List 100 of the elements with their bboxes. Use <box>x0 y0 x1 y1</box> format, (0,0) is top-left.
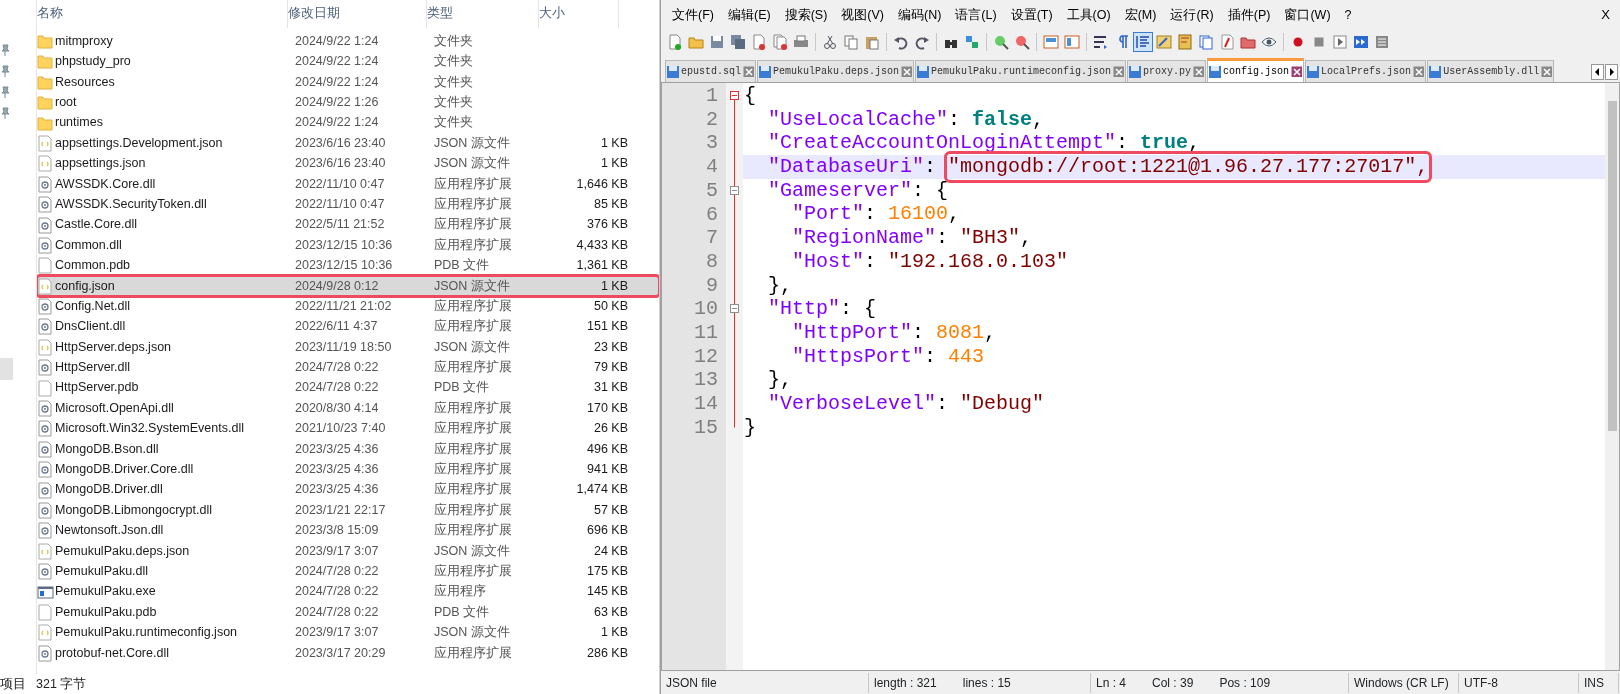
file-tab[interactable]: PemukulPaku.deps.json <box>757 60 915 82</box>
code-token: }, <box>768 368 793 392</box>
line-number: 12 <box>693 344 718 369</box>
file-row[interactable]: Resources 2024/9/22 1:24 文件夹 <box>37 71 659 93</box>
code-token: , <box>1020 226 1033 250</box>
file-type: JSON 源文件 <box>434 338 511 356</box>
file-size: 50 KB <box>592 297 628 315</box>
file-row[interactable]: Common.pdb 2023/12/15 10:36 PDB 文件 1,361 KB <box>37 255 659 276</box>
file-row[interactable]: Newtonsoft.Json.dll 2023/3/8 15:09 应用程序扩展 696 KB <box>37 520 659 541</box>
menu-item[interactable]: 窗口(W) <box>1277 3 1338 27</box>
modified-date: 2022/11/21 21:02 <box>295 297 393 315</box>
column-header[interactable]: 名称 <box>37 0 288 28</box>
file-tab[interactable]: PemukulPaku.runtimeconfig.json <box>915 60 1127 82</box>
file-size: 1 KB <box>599 624 628 642</box>
file-row[interactable]: HttpServer.pdb 2024/7/28 0:22 PDB 文件 31 KB <box>37 377 659 399</box>
file-row[interactable]: appsettings.json 2023/6/16 23:40 JSON 源文件 1 KB <box>37 153 659 174</box>
file-row[interactable]: HttpServer.dll 2024/7/28 0:22 应用程序扩展 79 KB <box>37 357 659 378</box>
file-row[interactable]: appsettings.Development.json 2023/6/16 23:40 JSON 源文件 1 KB <box>37 132 659 154</box>
file-tab[interactable]: config.json <box>1207 58 1305 82</box>
line-number: 1 <box>705 84 718 108</box>
file-tab[interactable]: LocalPrefs.json <box>1305 60 1427 82</box>
file-row[interactable]: AWSSDK.SecurityToken.dll 2022/11/10 0:47 应用程序扩展 85 KB <box>37 194 659 215</box>
menu-item[interactable]: 语言(L) <box>948 3 1004 27</box>
column-header[interactable]: 修改日期 <box>288 0 427 28</box>
file-type: JSON 源文件 <box>434 277 511 295</box>
line-number: 8 <box>705 249 718 274</box>
file-type: 应用程序扩展 <box>434 644 513 662</box>
file-type: 应用程序扩展 <box>434 195 513 213</box>
file-size: 85 KB <box>592 195 628 213</box>
file-size: 376 KB <box>586 216 628 234</box>
file-row[interactable]: DnsClient.dll 2022/6/11 4:37 应用程序扩展 151 KB <box>37 316 659 337</box>
file-name: PemukulPaku.dll <box>55 562 150 580</box>
file-row[interactable]: phpstudy_pro 2024/9/22 1:24 文件夹 <box>37 51 659 72</box>
file-type: 应用程序 <box>434 583 487 601</box>
file-tab[interactable]: epustd.sql <box>665 60 756 82</box>
menu-item[interactable]: 宏(M) <box>1117 3 1164 27</box>
column-header[interactable]: 类型 <box>427 0 539 28</box>
line-number: 14 <box>693 392 718 416</box>
file-name: AWSSDK.Core.dll <box>55 175 157 193</box>
file-size: 151 KB <box>586 318 628 336</box>
file-row[interactable]: config.json 2024/9/28 0:12 JSON 源文件 1 KB <box>37 275 659 297</box>
file-row[interactable]: MongoDB.Libmongocrypt.dll 2023/1/21 22:17 应用程序扩展 57 KB <box>37 500 659 521</box>
file-row[interactable]: PemukulPaku.deps.json 2023/9/17 3:07 JSON 源文件 24 KB <box>37 540 659 562</box>
file-tab[interactable]: proxy.py <box>1127 60 1207 82</box>
code-token: , <box>948 202 961 227</box>
line-number: 3 <box>705 131 718 156</box>
file-size: 1 KB <box>599 155 628 173</box>
file-row[interactable]: Microsoft.Win32.SystemEvents.dll 2021/10/23 7:40 应用程序扩展 26 KB <box>37 418 659 439</box>
file-row[interactable]: mitmproxy 2024/9/22 1:24 文件夹 <box>37 31 659 52</box>
code-token: , <box>1032 107 1045 132</box>
file-row[interactable]: Castle.Core.dll 2022/5/11 21:52 应用程序扩展 376 KB <box>37 214 659 235</box>
menu-item[interactable]: ? <box>1337 3 1359 27</box>
file-row[interactable]: AWSSDK.Core.dll 2022/11/10 0:47 应用程序扩展 1,646 KB <box>37 173 659 195</box>
code-token: , <box>984 320 997 345</box>
file-type: 文件夹 <box>434 32 474 50</box>
code-token: "RegionName" <box>792 226 937 250</box>
file-row[interactable]: MongoDB.Driver.dll 2023/3/25 4:36 应用程序扩展 1,474 KB <box>37 479 659 500</box>
file-row[interactable]: MongoDB.Driver.Core.dll 2023/3/25 4:36 应用程序扩展 941 KB <box>37 459 659 480</box>
file-row[interactable]: PemukulPaku.pdb 2024/7/28 0:22 PDB 文件 63 KB <box>37 601 659 623</box>
menu-item[interactable]: 工具(O) <box>1059 3 1118 27</box>
file-name: config.json <box>55 277 116 295</box>
modified-date: 2024/9/22 1:26 <box>295 94 380 111</box>
file-size: 1,361 KB <box>575 257 628 275</box>
modified-date: 2024/9/22 1:24 <box>295 73 380 91</box>
menu-item[interactable]: 插件(P) <box>1220 3 1278 27</box>
file-row[interactable]: runtimes 2024/9/22 1:24 文件夹 <box>37 112 659 133</box>
menu-item[interactable]: 运行(R) <box>1163 3 1221 27</box>
menu-item[interactable]: 视图(V) <box>834 3 891 27</box>
close-button[interactable]: X <box>1595 4 1616 26</box>
status-text: Col : 39 <box>1152 674 1194 692</box>
file-tab[interactable]: UserAssembly.dll <box>1427 60 1555 82</box>
file-size: 1 KB <box>599 134 628 152</box>
code-token: false <box>972 107 1033 132</box>
modified-date: 2023/3/25 4:36 <box>295 461 380 478</box>
line-number: 2 <box>705 107 718 132</box>
modified-date: 2023/1/21 22:17 <box>295 501 387 519</box>
file-type: JSON 源文件 <box>434 134 511 152</box>
status-text: Ln : 4 <box>1096 674 1127 692</box>
file-row[interactable]: PemukulPaku.runtimeconfig.json 2023/9/17 3:07 JSON 源文件 1 KB <box>37 622 659 643</box>
file-name: HttpServer.deps.json <box>55 338 173 356</box>
file-row[interactable]: Microsoft.OpenApi.dll 2020/8/30 4:14 应用程序扩展 170 KB <box>37 398 659 419</box>
file-row[interactable]: HttpServer.deps.json 2023/11/19 18:50 JSON 源文件 23 KB <box>37 336 659 358</box>
file-name: PemukulPaku.deps.json <box>55 542 191 560</box>
file-row[interactable]: protobuf-net.Core.dll 2023/3/17 20:29 应用程序扩展 286 KB <box>37 642 659 664</box>
column-header[interactable]: 大小 <box>539 0 619 28</box>
file-row[interactable]: PemukulPaku.exe 2024/7/28 0:22 应用程序 145 KB <box>37 581 659 602</box>
menu-item[interactable]: 编辑(E) <box>720 3 778 27</box>
menu-item[interactable]: 文件(F) <box>665 3 721 27</box>
code-token: 16100 <box>888 202 949 227</box>
file-row[interactable]: Common.dll 2023/12/15 10:36 应用程序扩展 4,433 KB <box>37 234 659 256</box>
code-token: "CreateAccountOnLoginAttempt" <box>768 131 1117 156</box>
file-row[interactable]: root 2024/9/22 1:26 文件夹 <box>37 92 659 113</box>
file-row[interactable]: PemukulPaku.dll 2024/7/28 0:22 应用程序扩展 175 KB <box>37 561 659 582</box>
file-row[interactable]: Config.Net.dll 2022/11/21 21:02 应用程序扩展 50 KB <box>37 296 659 317</box>
menu-item[interactable]: 编码(N) <box>891 3 949 27</box>
menu-item[interactable]: 设置(T) <box>1003 3 1060 27</box>
file-row[interactable]: MongoDB.Bson.dll 2023/3/25 4:36 应用程序扩展 496 KB <box>37 438 659 460</box>
menu-item[interactable]: 搜索(S) <box>777 3 835 27</box>
modified-date: 2022/6/11 4:37 <box>295 318 379 336</box>
file-type: 应用程序扩展 <box>434 481 513 499</box>
